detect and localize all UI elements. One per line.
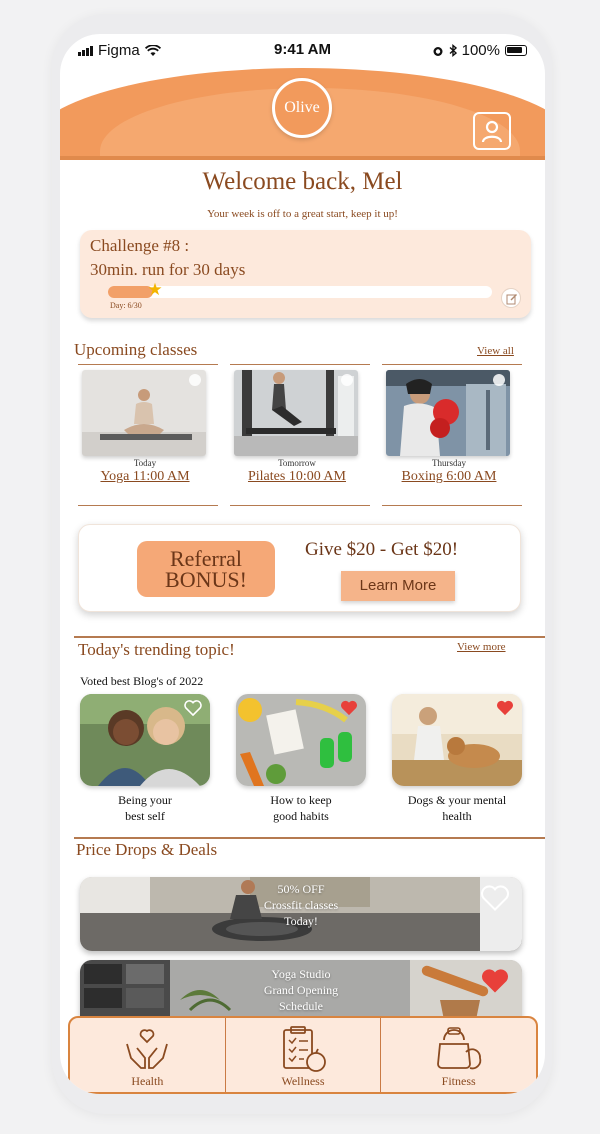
- trending-title: Today's trending topic!: [78, 640, 235, 659]
- class-name[interactable]: Yoga 11:00 AM: [78, 469, 212, 485]
- edit-icon: [506, 294, 517, 305]
- deal-text: 50% OFF Crossfit classes Today!: [80, 881, 522, 929]
- class-photo-yoga: [82, 370, 206, 456]
- class-name[interactable]: Boxing 6:00 AM: [382, 469, 516, 485]
- blog-photo: [236, 694, 366, 786]
- challenge-progress-bar: ★: [108, 281, 492, 298]
- deal-text: Yoga Studio Grand Opening Schedule: [80, 966, 522, 1014]
- olive-logo[interactable]: Olive: [272, 78, 332, 138]
- challenge-card[interactable]: Challenge #8 : 30min. run for 30 days ★ …: [80, 230, 531, 318]
- clipboard-apple-icon: [283, 1026, 326, 1072]
- header-band: [60, 156, 545, 160]
- class-photo-pilates: [234, 370, 358, 456]
- tab-wellness[interactable]: Wellness: [226, 1018, 382, 1092]
- deal-text-line2: Crossfit classes: [263, 898, 339, 912]
- kettlebell-icon: [436, 1027, 481, 1070]
- welcome-title: Welcome back, Mel: [202, 168, 403, 195]
- blog-caption: Being your best self: [80, 792, 210, 824]
- deals-title: Price Drops & Deals: [76, 840, 218, 859]
- challenge-description: 30min. run for 30 days: [90, 260, 246, 279]
- deal-card-crossfit[interactable]: 50% OFF Crossfit classes Today!: [80, 877, 522, 951]
- hands-heart-icon: [126, 1029, 169, 1069]
- blog-photo: [392, 694, 522, 786]
- deal-text-line2: Grand Opening: [263, 983, 339, 997]
- edit-challenge-button[interactable]: [501, 288, 521, 308]
- blog-caption: How to keep good habits: [236, 792, 366, 824]
- heart-filled-icon[interactable]: [496, 700, 514, 716]
- profile-button[interactable]: [473, 112, 511, 150]
- deal-text-line1: 50% OFF: [277, 882, 325, 896]
- section-divider: [74, 837, 545, 839]
- status-bar: Figma 9:41 AM 100%: [60, 34, 545, 68]
- upcoming-classes-title: Upcoming classes: [74, 340, 198, 359]
- deal-text-line3: Schedule: [279, 999, 323, 1013]
- class-day: Tomorrow: [278, 458, 316, 468]
- welcome-subtitle: Your week is off to a great start, keep …: [207, 208, 398, 220]
- class-card-yoga[interactable]: Today Yoga 11:00 AM: [78, 364, 218, 506]
- blog-caption-line1: Dogs & your mental: [407, 793, 507, 807]
- bluetooth-icon: [449, 44, 457, 57]
- referral-badge: Referral BONUS!: [137, 541, 275, 597]
- referral-title: Give $20 - Get $20!: [305, 539, 459, 560]
- blog-caption: Dogs & your mental health: [392, 792, 522, 824]
- tab-health[interactable]: Health: [70, 1018, 226, 1092]
- referral-badge-line1: Referral: [169, 546, 243, 571]
- blog-caption-line2: health: [442, 809, 472, 823]
- battery-percent: 100%: [461, 42, 500, 59]
- class-card-boxing[interactable]: Thursday Boxing 6:00 AM: [382, 364, 522, 506]
- trending-subtitle: Voted best Blog's of 2022: [80, 674, 204, 688]
- bottom-tab-bar: Health Wellness Fitness: [68, 1016, 538, 1094]
- blog-caption-line1: Being your: [118, 793, 172, 807]
- tab-fitness[interactable]: Fitness: [381, 1018, 536, 1092]
- pilates-photo: [234, 370, 358, 456]
- tab-label: Health: [131, 1074, 164, 1088]
- heart-outline-icon[interactable]: [480, 885, 510, 911]
- heart-outline-icon[interactable]: [184, 700, 202, 716]
- blog-caption-line2: good habits: [273, 809, 329, 823]
- bookmark-icon[interactable]: [189, 374, 201, 386]
- deal-text-line3: Today!: [284, 914, 318, 928]
- app-screen: Figma 9:41 AM 100% Olive Welcome back, M…: [60, 34, 545, 1094]
- class-day: Today: [133, 458, 157, 468]
- bookmark-icon[interactable]: [341, 374, 353, 386]
- status-right: 100%: [432, 42, 527, 59]
- class-name[interactable]: Pilates 10:00 AM: [230, 469, 364, 485]
- challenge-title: Challenge #8 :: [90, 236, 190, 255]
- class-photo-boxing: [386, 370, 510, 456]
- section-divider: [74, 636, 545, 638]
- class-day: Thursday: [432, 458, 466, 468]
- referral-badge-line2: BONUS!: [165, 567, 247, 592]
- heart-filled-icon[interactable]: [340, 700, 358, 716]
- learn-more-button[interactable]: Learn More: [341, 571, 455, 601]
- tab-label: Wellness: [281, 1074, 325, 1088]
- yoga-photo: [82, 370, 206, 456]
- view-more-link[interactable]: View more: [457, 641, 506, 653]
- tab-label: Fitness: [441, 1074, 476, 1088]
- progress-label: Day: 6/30: [110, 301, 142, 310]
- referral-banner[interactable]: Referral BONUS! Give $20 - Get $20! Lear…: [78, 524, 521, 612]
- profile-icon: [481, 120, 503, 143]
- bookmark-icon[interactable]: [493, 374, 505, 386]
- blog-photo: [80, 694, 210, 786]
- class-card-pilates[interactable]: Tomorrow Pilates 10:00 AM: [230, 364, 370, 506]
- star-icon: ★: [147, 280, 163, 299]
- deal-text-line1: Yoga Studio: [271, 967, 331, 981]
- boxing-photo: [386, 370, 510, 456]
- app-header: Olive: [60, 68, 545, 160]
- battery-icon: [505, 45, 527, 56]
- blog-caption-line2: best self: [125, 809, 165, 823]
- view-all-link[interactable]: View all: [477, 345, 514, 357]
- alarm-icon: [433, 46, 443, 56]
- blog-caption-line1: How to keep: [270, 793, 332, 807]
- heart-filled-icon[interactable]: [480, 968, 510, 994]
